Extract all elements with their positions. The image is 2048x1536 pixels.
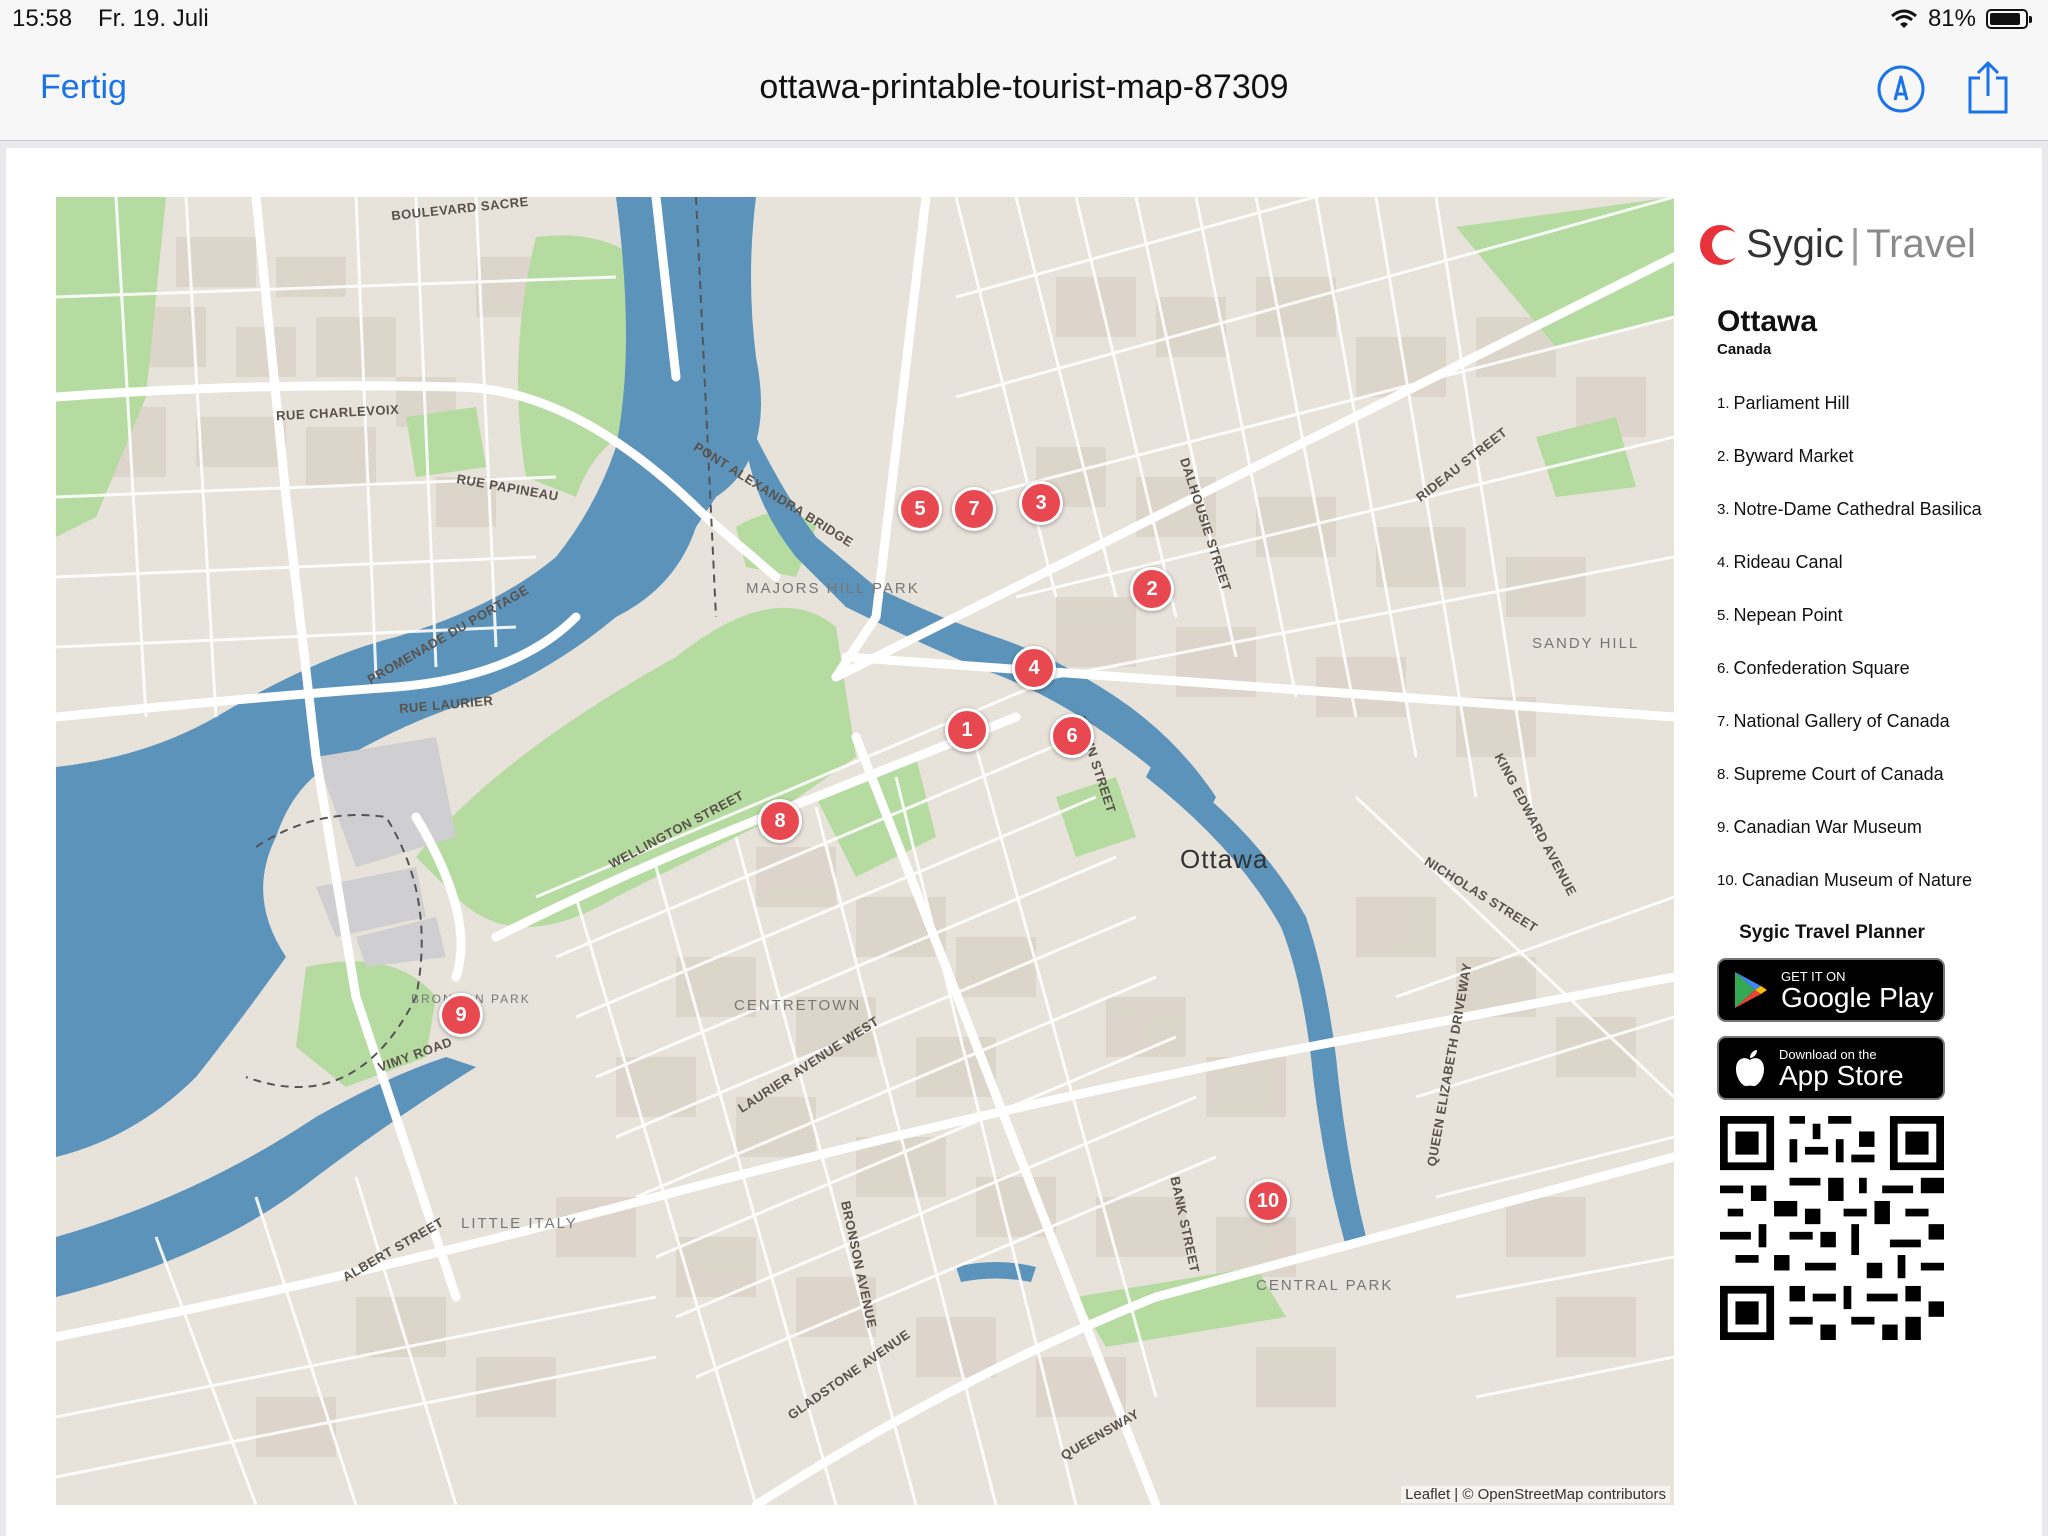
poi-item: 9. Canadian War Museum bbox=[1717, 816, 1990, 839]
poi-number: 9. bbox=[1717, 819, 1730, 836]
tourist-map[interactable]: MAJORS HILL PARK CENTRETOWN SANDY HILL L… bbox=[56, 197, 1674, 1505]
poi-name: Rideau Canal bbox=[1733, 552, 1843, 572]
label-ottawa-city: Ottawa bbox=[1180, 844, 1269, 874]
qr-code-image bbox=[1720, 1116, 1944, 1340]
brand-name: Sygic bbox=[1746, 222, 1844, 266]
brand-sub: Travel bbox=[1866, 222, 1976, 266]
poi-name: Byward Market bbox=[1733, 446, 1854, 466]
poi-number: 4. bbox=[1717, 554, 1730, 571]
poi-number: 2. bbox=[1717, 448, 1730, 465]
poi-item: 7. National Gallery of Canada bbox=[1717, 710, 1990, 733]
map-pin-5[interactable]: 5 bbox=[898, 487, 942, 531]
label-centretown: CENTRETOWN bbox=[734, 997, 862, 1014]
poi-number: 10. bbox=[1717, 872, 1738, 889]
poi-item: 2. Byward Market bbox=[1717, 445, 1990, 468]
poi-item: 8. Supreme Court of Canada bbox=[1717, 763, 1990, 786]
poi-number: 5. bbox=[1717, 607, 1730, 624]
status-time: 15:58 bbox=[12, 5, 73, 32]
poi-name: Supreme Court of Canada bbox=[1733, 764, 1944, 784]
poi-name: Notre-Dame Cathedral Basilica bbox=[1733, 499, 1982, 519]
map-pin-10[interactable]: 10 bbox=[1246, 1179, 1290, 1223]
map-pin-9[interactable]: 9 bbox=[439, 993, 483, 1037]
status-right: 81% bbox=[1890, 5, 2032, 33]
map-pin-4[interactable]: 4 bbox=[1012, 646, 1056, 690]
poi-name: Canadian War Museum bbox=[1733, 817, 1922, 837]
app-store-large-text: App Store bbox=[1779, 1059, 1904, 1091]
label-majors-hill-park: MAJORS HILL PARK bbox=[746, 580, 920, 597]
share-icon[interactable] bbox=[1966, 60, 2010, 116]
poi-number: 6. bbox=[1717, 660, 1730, 677]
navigation-bar: Fertig ottawa-printable-tourist-map-8730… bbox=[0, 40, 2048, 141]
poi-number: 1. bbox=[1717, 395, 1730, 412]
battery-percent: 81% bbox=[1927, 5, 1976, 32]
legend-city: Ottawa bbox=[1717, 305, 1818, 338]
map-pin-3[interactable]: 3 bbox=[1019, 481, 1063, 525]
map-pin-2[interactable]: 2 bbox=[1130, 567, 1174, 611]
poi-name: Canadian Museum of Nature bbox=[1741, 870, 1972, 890]
map-pin-7[interactable]: 7 bbox=[952, 487, 996, 531]
poi-name: Parliament Hill bbox=[1733, 393, 1850, 413]
poi-item: 3. Notre-Dame Cathedral Basilica bbox=[1717, 498, 1990, 521]
map-attribution: Leaflet | © OpenStreetMap contributors bbox=[1401, 1486, 1670, 1503]
map-pin-1[interactable]: 1 bbox=[945, 708, 989, 752]
status-date: Fr. 19. Juli bbox=[98, 5, 209, 32]
sygic-travel-logo: Sygic | Travel bbox=[1700, 222, 1990, 267]
google-play-large-text: Google Play bbox=[1781, 981, 1934, 1013]
poi-item: 5. Nepean Point bbox=[1717, 604, 1990, 627]
poi-number: 8. bbox=[1717, 766, 1730, 783]
planner-title: Sygic Travel Planner bbox=[1739, 922, 1925, 943]
poi-name: Confederation Square bbox=[1733, 658, 1910, 678]
poi-name: National Gallery of Canada bbox=[1733, 711, 1950, 731]
poi-item: 10. Canadian Museum of Nature bbox=[1717, 869, 1990, 892]
markup-pen-icon[interactable] bbox=[1876, 64, 1926, 114]
map-pin-8[interactable]: 8 bbox=[758, 799, 802, 843]
status-bar: 15:58 Fr. 19. Juli 81% bbox=[0, 0, 2048, 40]
poi-item: 1. Parliament Hill bbox=[1717, 392, 1990, 415]
poi-number: 3. bbox=[1717, 501, 1730, 518]
legend-country: Canada bbox=[1717, 341, 1772, 358]
apple-icon bbox=[1736, 1050, 1764, 1087]
label-central-park: CENTRAL PARK bbox=[1256, 1277, 1394, 1294]
poi-list: 1. Parliament Hill 2. Byward Market 3. Notr… bbox=[1717, 392, 1990, 892]
wifi-icon bbox=[1890, 9, 1917, 28]
label-sandy-hill: SANDY HILL bbox=[1532, 635, 1640, 652]
poi-item: 4. Rideau Canal bbox=[1717, 551, 1990, 574]
brand-separator: | bbox=[1849, 222, 1861, 266]
sygic-logo-icon bbox=[1700, 224, 1742, 265]
poi-item: 6. Confederation Square bbox=[1717, 657, 1990, 680]
poi-number: 7. bbox=[1717, 713, 1730, 730]
poi-name: Nepean Point bbox=[1733, 605, 1843, 625]
map-pin-6[interactable]: 6 bbox=[1050, 714, 1094, 758]
google-play-icon bbox=[1735, 972, 1767, 1008]
google-play-button[interactable]: GET IT ON Google Play bbox=[1717, 958, 1945, 1022]
label-little-italy: LITTLE ITALY bbox=[461, 1215, 578, 1232]
map-legend: Sygic | Travel Ottawa Canada 1. Parliamen… bbox=[1700, 222, 1990, 1345]
document-title: ottawa-printable-tourist-map-87309 bbox=[759, 68, 1289, 106]
battery-icon bbox=[1986, 9, 2032, 29]
app-store-button[interactable]: Download on the App Store bbox=[1717, 1036, 1945, 1100]
